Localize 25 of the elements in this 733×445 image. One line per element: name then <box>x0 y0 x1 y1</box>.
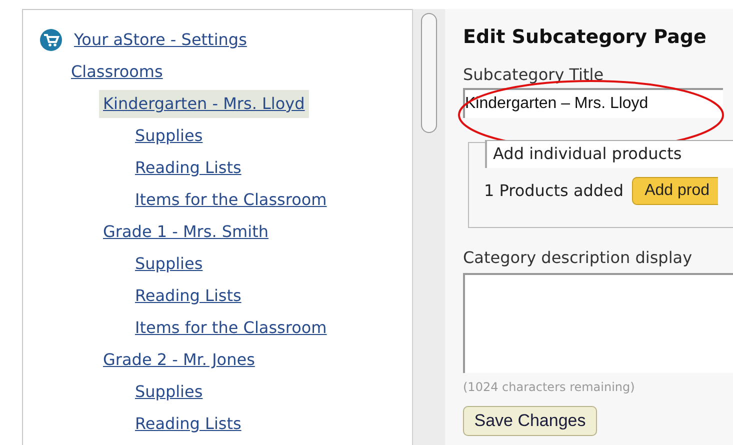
characters-remaining: (1024 characters remaining) <box>463 378 636 396</box>
tree-link[interactable]: Reading Lists <box>131 284 246 308</box>
field-label: Subcategory Title <box>463 64 605 86</box>
tree-link[interactable]: Classrooms <box>67 60 167 84</box>
field-label: Category description display <box>463 246 694 268</box>
cart-icon <box>40 29 62 51</box>
description-textarea[interactable] <box>463 272 733 372</box>
product-mode-select[interactable]: Add individual products <box>485 140 733 168</box>
tree-link[interactable]: Supplies <box>131 380 207 404</box>
tree-link[interactable]: Items for the Classroom <box>131 188 331 212</box>
tree-link[interactable]: Grade 1 - Mrs. Smith <box>99 220 272 244</box>
title-input[interactable]: Kindergarten – Mrs. Lloyd <box>463 88 723 118</box>
tree-link[interactable]: Supplies <box>131 124 207 148</box>
tree-link[interactable]: Items for the Classroom <box>131 316 331 340</box>
products-count: 1 Products added <box>484 180 624 202</box>
tree-link[interactable]: Reading Lists <box>131 412 246 436</box>
scrollbar-thumb[interactable] <box>421 13 437 133</box>
save-changes-button[interactable]: Save Changes <box>463 406 597 436</box>
page-heading: Edit Subcategory Page <box>463 25 708 50</box>
tree-link[interactable]: Kindergarten - Mrs. Lloyd <box>99 90 309 118</box>
tree-link[interactable]: Your aStore - Settings <box>70 28 251 52</box>
tree-link[interactable]: Reading Lists <box>131 156 246 180</box>
tree-link[interactable]: Grade 2 - Mr. Jones <box>99 348 259 372</box>
tree-link[interactable]: Supplies <box>131 252 207 276</box>
add-products-button[interactable]: Add prod <box>632 176 718 204</box>
